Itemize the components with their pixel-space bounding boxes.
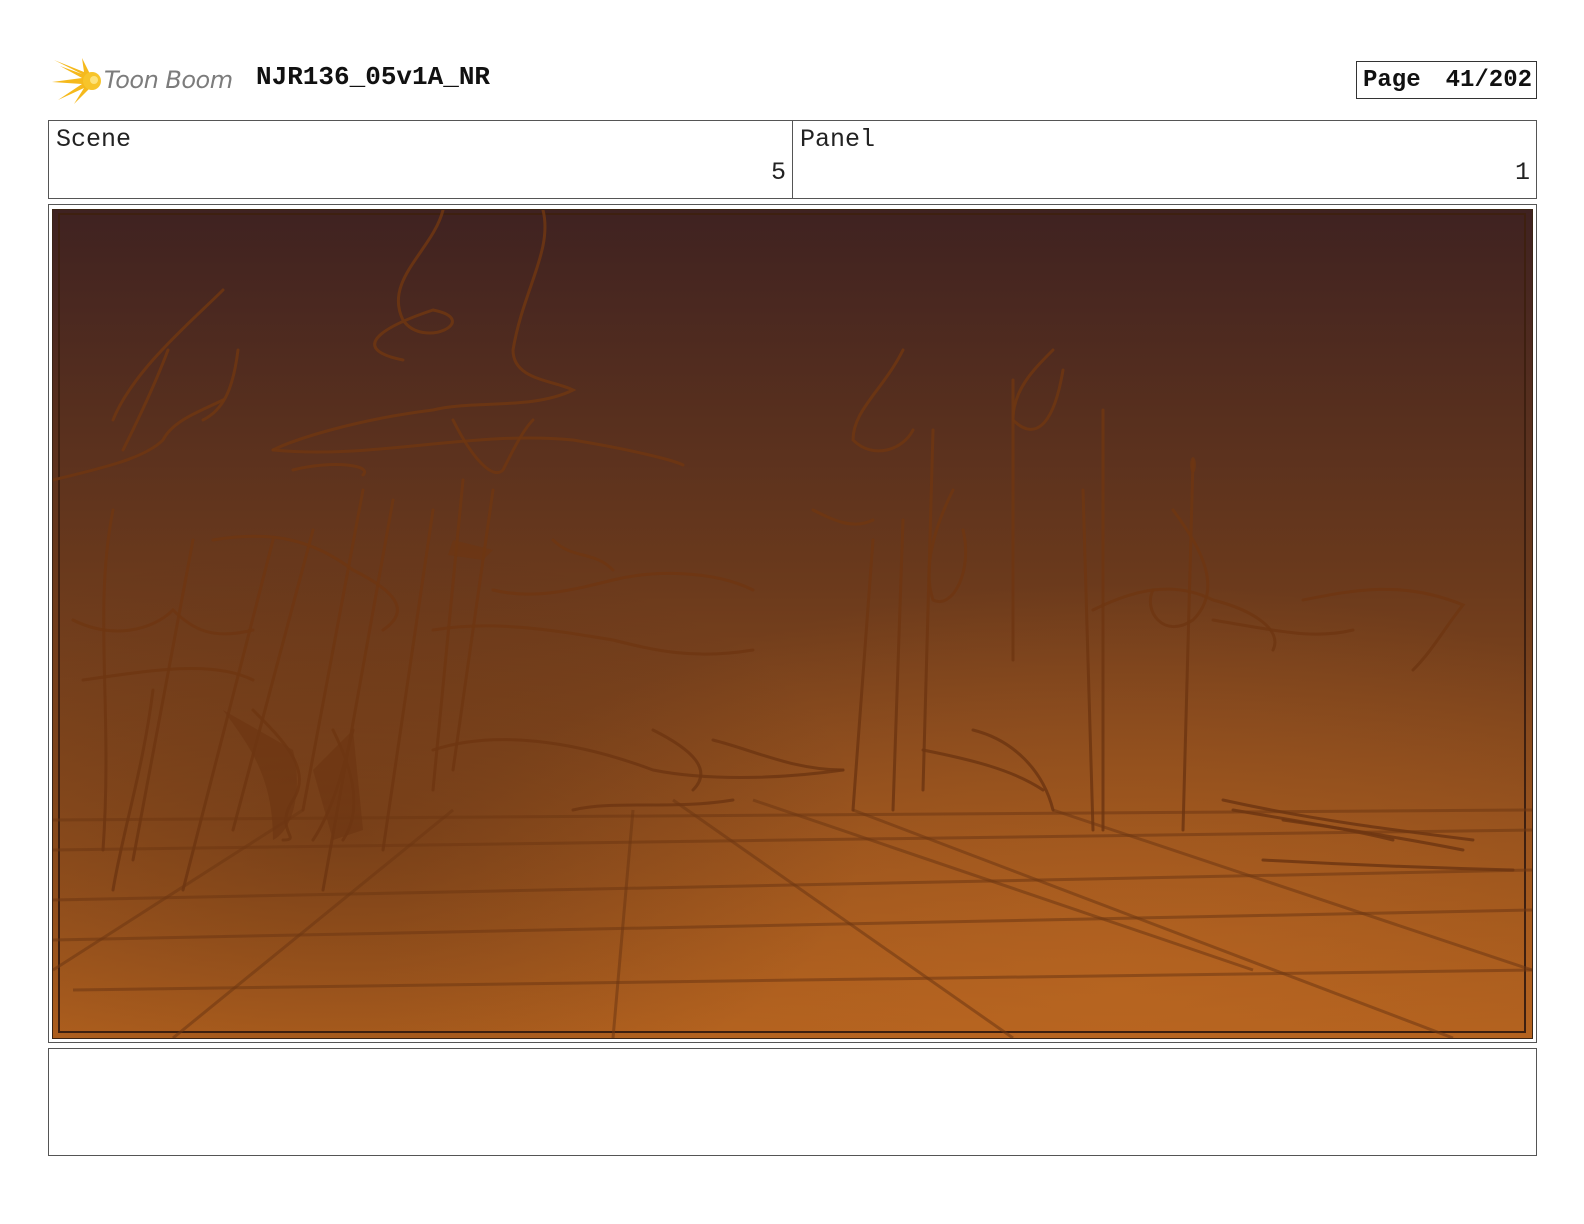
document-title: NJR136_05v1A_NR (256, 62, 491, 92)
logo-text: Toon Boom (104, 66, 233, 94)
page-label: Page (1363, 66, 1421, 94)
panel-artwork (52, 209, 1533, 1039)
page-number: 41/202 (1445, 66, 1532, 94)
scene-label: Scene (56, 125, 132, 154)
starburst-icon (52, 58, 101, 104)
sketch-artwork-icon (53, 210, 1532, 1038)
scene-cell: Scene 5 (49, 121, 792, 198)
notes-box (48, 1048, 1537, 1156)
panel-cell: Panel 1 (792, 121, 1536, 198)
panel-number: 1 (1514, 158, 1530, 187)
page-indicator: Page 41/202 (1356, 61, 1537, 99)
toon-boom-logo: Toon Boom (52, 56, 242, 106)
panel-label: Panel (800, 125, 876, 154)
scene-panel-info: Scene 5 Panel 1 (48, 120, 1537, 199)
scene-number: 5 (770, 158, 786, 187)
